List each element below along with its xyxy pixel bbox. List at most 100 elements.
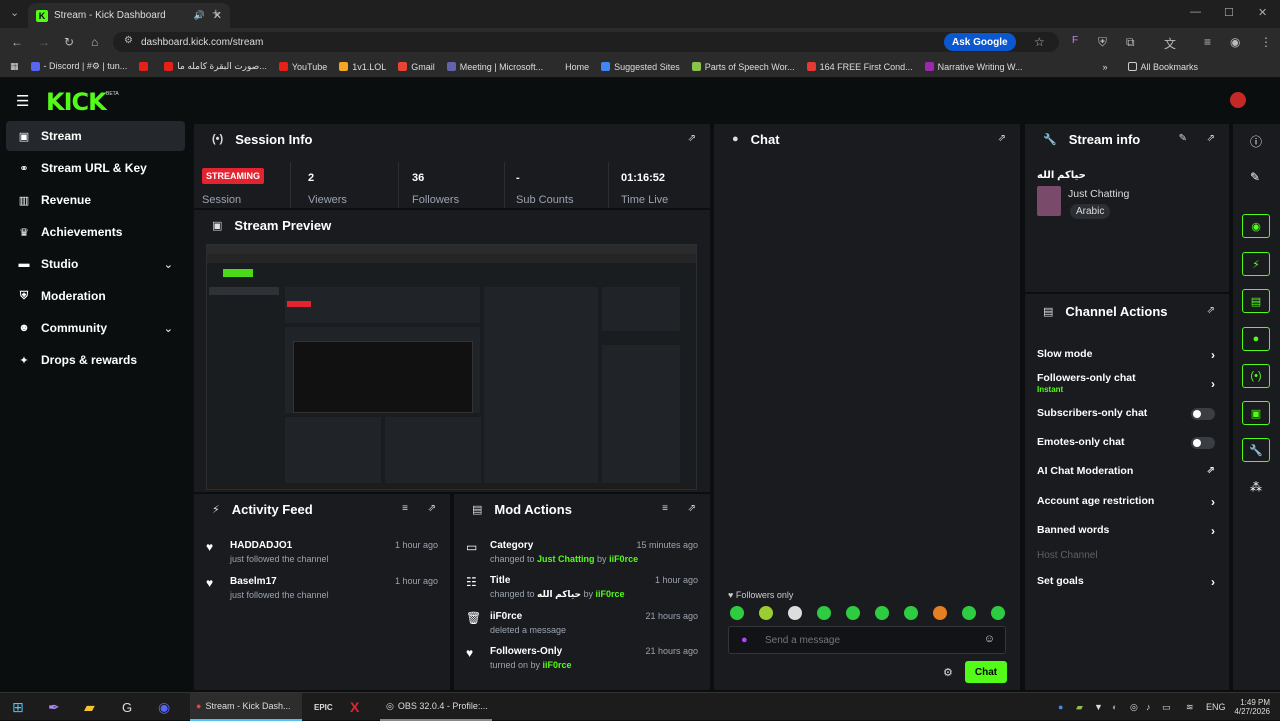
widget-chat-icon[interactable]: ●	[1242, 327, 1270, 351]
bookmark-teams[interactable]: Meeting | Microsoft...	[446, 62, 543, 72]
translate-icon[interactable]: 文	[1164, 35, 1176, 52]
forward-icon[interactable]: →	[38, 35, 50, 49]
popout-icon[interactable]: ⇗	[688, 133, 696, 144]
all-bookmarks[interactable]: All Bookmarks	[1127, 62, 1198, 72]
emote-icon[interactable]	[759, 606, 773, 620]
popout-icon[interactable]: ⇗	[428, 503, 436, 514]
bookmark-quran[interactable]: صورت البقرة كامله ما...	[164, 61, 267, 72]
widget-lightning-icon[interactable]: ⚡	[1242, 252, 1270, 276]
minimize-icon[interactable]: —	[1190, 6, 1201, 18]
subscribers-only-toggle[interactable]	[1191, 408, 1215, 420]
sidebar-item-moderation[interactable]: ⛨ Moderation	[6, 281, 185, 311]
bookmark-gmail[interactable]: Gmail	[398, 62, 435, 72]
chat-settings-icon[interactable]: ⚙	[943, 666, 953, 679]
widget-list-icon[interactable]: ▤	[1242, 289, 1270, 313]
sidebar-item-drops-rewards[interactable]: ✦ Drops & rewards	[6, 345, 185, 375]
pencil-icon[interactable]: ✎	[1250, 170, 1260, 184]
detail-user[interactable]: iiF0rce	[609, 554, 638, 564]
widget-wrench-icon[interactable]: 🔧	[1242, 438, 1270, 462]
action-set-goals[interactable]: Set goals ›	[1025, 575, 1229, 595]
pen-app-icon[interactable]: ✒	[48, 693, 60, 721]
menu-dots-icon[interactable]: ⋮	[1260, 35, 1272, 49]
new-tab-icon[interactable]: +	[212, 5, 220, 20]
edit-icon[interactable]: ✎	[1179, 133, 1187, 144]
send-chat-button[interactable]: Chat	[965, 661, 1007, 683]
windows-start-icon[interactable]: ⊞	[12, 693, 24, 721]
bookmark-home[interactable]: Home	[565, 62, 589, 72]
bookmark-1v1lol[interactable]: 1v1.LOL	[339, 62, 386, 72]
sidebar-item-studio[interactable]: ▬ Studio ⌄	[6, 249, 185, 279]
action-slow-mode[interactable]: Slow mode ›	[1025, 348, 1229, 368]
close-window-icon[interactable]: ✕	[1258, 6, 1267, 19]
emote-icon[interactable]	[904, 606, 918, 620]
activity-user[interactable]: HADDADJO1	[230, 540, 292, 551]
bookmark-youtube[interactable]: YouTube	[278, 62, 327, 72]
action-account-age-restriction[interactable]: Account age restriction ›	[1025, 495, 1229, 515]
widget-broadcast-icon[interactable]: (•)	[1242, 364, 1270, 388]
user-avatar[interactable]	[1230, 92, 1246, 108]
volume-icon[interactable]: ♪	[1146, 693, 1151, 721]
bookmark-discord[interactable]: - Discord | #⚙ | tun...	[30, 61, 127, 72]
extension-f-icon[interactable]: F	[1072, 35, 1078, 46]
chat-message-input[interactable]	[765, 633, 975, 647]
chat-input-box[interactable]: ● ☺	[728, 626, 1006, 654]
sidebar-item-community[interactable]: ☻ Community ⌄	[6, 313, 185, 343]
tray-icon[interactable]: ●	[1058, 693, 1063, 721]
battery-icon[interactable]: ▭	[1162, 693, 1171, 721]
steam-icon[interactable]: ◐	[1112, 693, 1117, 721]
emote-icon[interactable]	[933, 606, 947, 620]
popout-icon[interactable]: ⇗	[688, 503, 696, 514]
g-app-icon[interactable]: G	[122, 693, 132, 721]
stream-preview-video[interactable]	[206, 244, 697, 490]
bookmark-164-free[interactable]: 164 FREE First Cond...	[806, 62, 913, 72]
detail-user[interactable]: iiF0rce	[596, 589, 625, 599]
media-icon[interactable]: ≡	[1204, 35, 1211, 49]
x-app-icon[interactable]: X	[350, 693, 359, 721]
bookmark-youtube-1[interactable]	[139, 62, 152, 71]
chevron-down-icon[interactable]: ⌄	[164, 322, 173, 335]
url-field[interactable]: dashboard.kick.com/stream	[113, 32, 1059, 52]
emote-icon[interactable]	[817, 606, 831, 620]
discord-icon[interactable]: ◉	[158, 693, 170, 721]
shield-ext-icon[interactable]: ⛨	[1098, 35, 1107, 50]
sidebar-item-stream[interactable]: ▣ Stream	[6, 121, 185, 151]
mod-action-title[interactable]: iiF0rce	[490, 611, 522, 622]
emote-icon[interactable]	[875, 606, 889, 620]
kick-logo[interactable]: KICK	[46, 88, 107, 116]
chevron-down-icon[interactable]: ⌄	[164, 258, 173, 271]
extensions-icon[interactable]: ⧉	[1126, 35, 1135, 50]
popout-icon[interactable]: ⇗	[998, 133, 1006, 144]
ask-google-button[interactable]: Ask Google	[944, 33, 1016, 51]
widget-actions-icon[interactable]: ▣	[1242, 401, 1270, 425]
filter-icon[interactable]: ≡	[402, 503, 408, 514]
taskbar-app-chrome[interactable]: ● Stream - Kick Dash...	[190, 693, 302, 721]
bookmark-parts-of-speech[interactable]: Parts of Speech Wor...	[691, 62, 795, 72]
emote-icon[interactable]	[991, 606, 1005, 620]
action-ai-chat-moderation[interactable]: AI Chat Moderation ⇗	[1025, 465, 1229, 485]
hamburger-menu-icon[interactable]: ☰	[16, 92, 29, 110]
stream-category[interactable]: Just Chatting	[1068, 188, 1129, 200]
sidebar-item-revenue[interactable]: ▥ Revenue	[6, 185, 185, 215]
emote-icon[interactable]	[962, 606, 976, 620]
taskbar-app-obs[interactable]: ◎ OBS 32.0.4 - Profile:...	[380, 693, 492, 721]
emote-icon[interactable]	[846, 606, 860, 620]
tray-icon[interactable]: ▰	[1076, 693, 1083, 721]
action-banned-words[interactable]: Banned words ›	[1025, 524, 1229, 544]
back-icon[interactable]: ←	[11, 35, 23, 49]
profile-icon[interactable]: ◉	[1230, 35, 1240, 49]
activity-user[interactable]: Baselm17	[230, 576, 277, 587]
apps-grid-icon[interactable]: ▦	[10, 61, 19, 72]
popout-icon[interactable]: ⇗	[1207, 305, 1215, 316]
emote-icon[interactable]	[788, 606, 802, 620]
emoji-icon[interactable]: ☺	[984, 633, 995, 645]
action-followers-only-chat[interactable]: Followers-only chat Instant ›	[1025, 372, 1229, 394]
tab-list-icon[interactable]: ⌄	[10, 6, 19, 19]
file-explorer-icon[interactable]: ▰	[84, 693, 95, 721]
emotes-only-toggle[interactable]	[1191, 437, 1215, 449]
home-icon[interactable]: ⌂	[91, 35, 98, 49]
epic-games-icon[interactable]: EPIC	[314, 693, 333, 721]
taskbar-clock[interactable]: 1:49 PM 4/27/2026	[1230, 693, 1270, 721]
wifi-icon[interactable]: ≋	[1186, 693, 1194, 721]
tray-icon[interactable]: ◎	[1130, 693, 1138, 721]
detail-user[interactable]: iiF0rce	[543, 660, 572, 670]
